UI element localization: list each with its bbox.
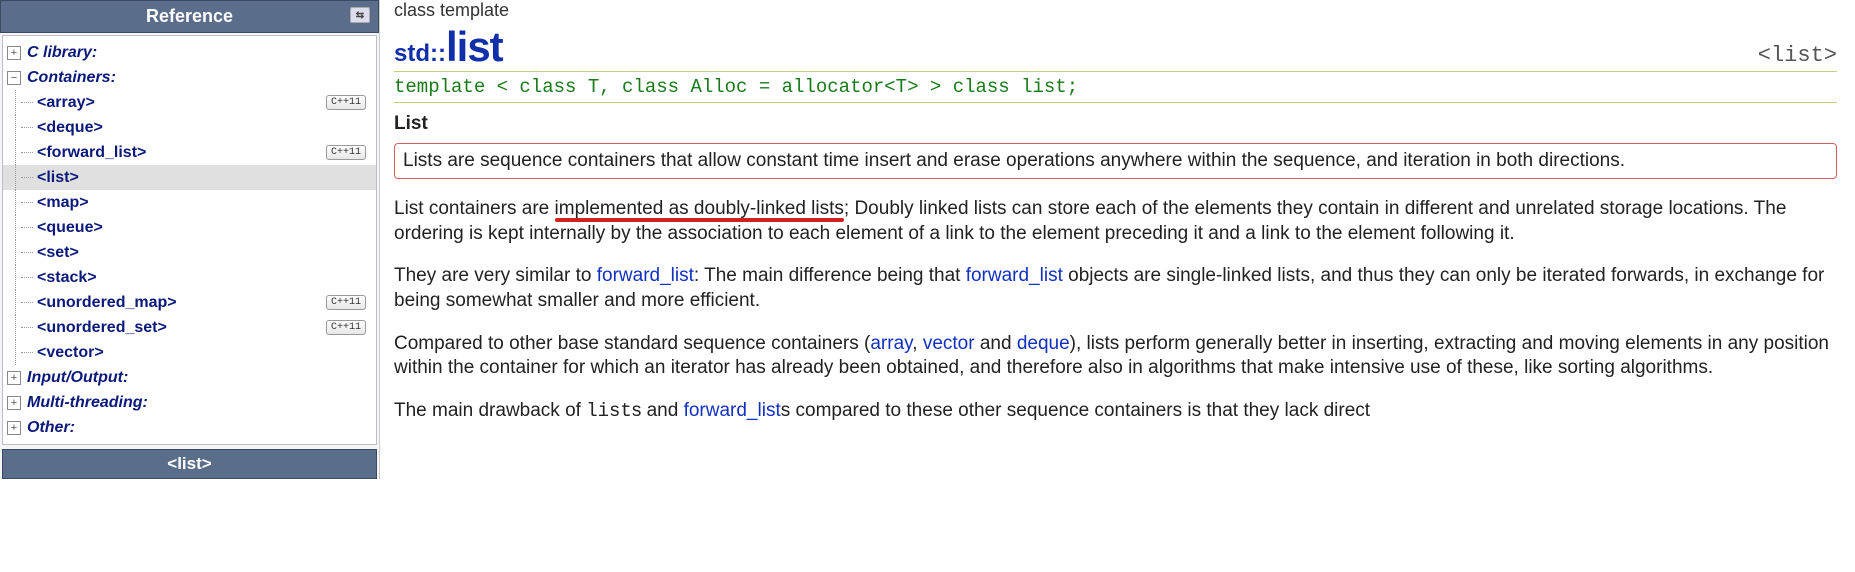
tree-label: <unordered_map>: [37, 294, 177, 312]
tree-item-multithreading[interactable]: + Multi-threading:: [3, 390, 376, 415]
tree-label: <stack>: [37, 269, 97, 287]
underlined-text: implemented as doubly-linked lists: [555, 198, 844, 219]
nav-tree: + C library: − Containers: <array>C++11 …: [2, 35, 377, 445]
tree-item-forward-list[interactable]: <forward_list> C++11: [3, 140, 376, 165]
tree-item-queue[interactable]: <queue>: [3, 215, 376, 240]
tree-label: Multi-threading:: [27, 394, 148, 412]
main-content: class template std::list <list> template…: [380, 0, 1855, 479]
tree-label: Input/Output:: [27, 369, 128, 387]
tree-item-other[interactable]: + Other:: [3, 415, 376, 440]
tree-item-io[interactable]: + Input/Output:: [3, 365, 376, 390]
array-link[interactable]: array: [870, 333, 912, 354]
cpp11-badge: C++11: [326, 95, 366, 110]
plus-icon[interactable]: +: [7, 46, 21, 60]
paragraph-drawback: The main drawback of lists and forward_l…: [394, 399, 1837, 424]
cpp11-badge: C++11: [326, 295, 366, 310]
tree-item-set[interactable]: <set>: [3, 240, 376, 265]
reference-header: Reference ⇆: [0, 0, 379, 33]
paragraph-implementation: List containers are implemented as doubl…: [394, 197, 1837, 246]
cpp11-badge: C++11: [326, 145, 366, 160]
header-tag: <list>: [1758, 43, 1837, 68]
tree-item-unordered-set[interactable]: <unordered_set> C++11: [3, 315, 376, 340]
list-subheader: <list>: [2, 449, 377, 479]
box-text: Lists are sequence containers that allow…: [403, 150, 1625, 171]
tree-label: C library:: [27, 44, 97, 62]
tree-item-stack[interactable]: <stack>: [3, 265, 376, 290]
tree-item-unordered-map[interactable]: <unordered_map> C++11: [3, 290, 376, 315]
deque-link[interactable]: deque: [1017, 333, 1070, 354]
forward-list-link[interactable]: forward_list: [966, 265, 1063, 286]
sidebar: Reference ⇆ + C library: − Containers: <…: [0, 0, 380, 479]
plus-icon[interactable]: +: [7, 371, 21, 385]
page-title: std::list: [394, 23, 503, 71]
cpp11-badge: C++11: [326, 320, 366, 335]
tree-label: <set>: [37, 244, 79, 262]
paragraph-comparison: Compared to other base standard sequence…: [394, 332, 1837, 381]
tree-item-deque[interactable]: <deque>: [3, 115, 376, 140]
forward-list-link[interactable]: forward_list: [597, 265, 694, 286]
tree-item-c-library[interactable]: + C library:: [3, 40, 376, 65]
list-mono: list: [586, 400, 632, 422]
tree-item-array[interactable]: <array> C++11: [3, 90, 376, 115]
tree-item-vector[interactable]: <vector>: [3, 340, 376, 365]
tree-label: <unordered_set>: [37, 319, 167, 337]
forward-list-link[interactable]: forward_list: [684, 400, 781, 421]
tree-item-map[interactable]: <map>: [3, 190, 376, 215]
tree-label: <list>: [37, 169, 79, 187]
class-template-label: class template: [394, 0, 1837, 21]
tree-label: Containers:: [27, 69, 116, 87]
template-signature: template < class T, class Alloc = alloca…: [394, 71, 1837, 103]
reference-header-text: Reference: [146, 6, 233, 26]
tree-label: <forward_list>: [37, 144, 146, 162]
minus-icon[interactable]: −: [7, 71, 21, 85]
tree-item-containers[interactable]: − Containers:: [3, 65, 376, 90]
tree-item-list[interactable]: <list>: [3, 165, 376, 190]
tree-label: <queue>: [37, 219, 103, 237]
section-title: List: [394, 113, 1837, 135]
highlight-box: Lists are sequence containers that allow…: [394, 143, 1837, 179]
vector-link[interactable]: vector: [923, 333, 975, 354]
tree-label: Other:: [27, 419, 75, 437]
title-row: std::list <list>: [394, 23, 1837, 71]
collapse-icon[interactable]: ⇆: [350, 7, 370, 23]
plus-icon[interactable]: +: [7, 396, 21, 410]
tree-label: <array>: [37, 94, 95, 112]
paragraph-forward-list: They are very similar to forward_list: T…: [394, 264, 1837, 313]
class-name: list: [446, 23, 503, 70]
tree-label: <deque>: [37, 119, 103, 137]
tree-label: <map>: [37, 194, 89, 212]
tree-label: <vector>: [37, 344, 104, 362]
namespace-label: std::: [394, 40, 446, 67]
plus-icon[interactable]: +: [7, 421, 21, 435]
